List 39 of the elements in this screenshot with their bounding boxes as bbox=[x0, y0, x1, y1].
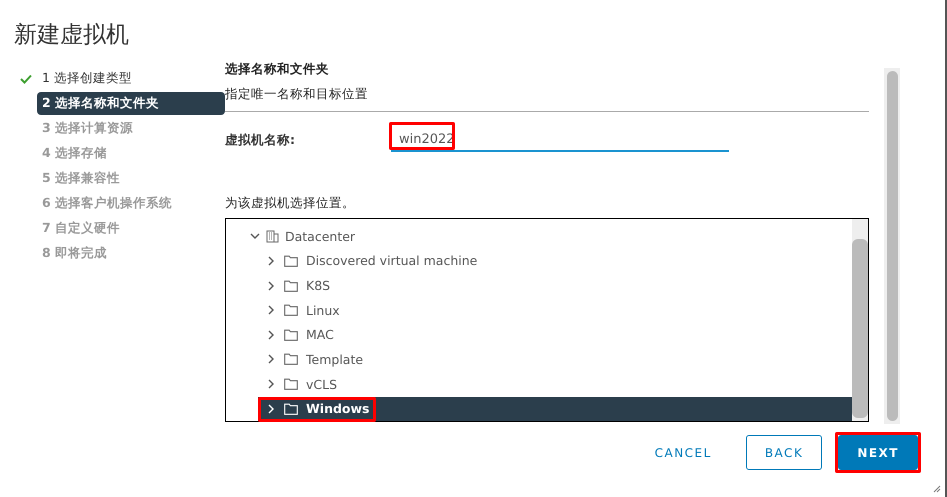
scrollbar[interactable] bbox=[852, 219, 868, 421]
section-subheading: 指定唯一名称和目标位置 bbox=[225, 86, 369, 103]
building-icon bbox=[266, 230, 279, 243]
folder-icon bbox=[284, 402, 298, 415]
field-label: 虚拟机名称: bbox=[225, 132, 296, 148]
link-button[interactable]: CANCEL bbox=[636, 435, 730, 470]
tree-item[interactable]: Template bbox=[306, 352, 364, 367]
folder-icon bbox=[284, 304, 298, 316]
chevron-icon[interactable] bbox=[266, 256, 276, 266]
window-title: 新建虚拟机 bbox=[13, 21, 130, 50]
scrollbar[interactable] bbox=[884, 68, 900, 424]
resize-grip-icon[interactable] bbox=[932, 484, 941, 493]
outline-button[interactable]: BACK bbox=[746, 435, 822, 470]
chevron-icon[interactable] bbox=[266, 404, 276, 414]
folder-icon bbox=[284, 353, 298, 366]
tree-item[interactable]: Linux bbox=[306, 302, 340, 318]
chevron-icon[interactable] bbox=[266, 379, 276, 390]
chevron-icon[interactable] bbox=[266, 280, 276, 291]
wizard-step[interactable]: 2 选择名称和文件夹 bbox=[37, 92, 225, 115]
input-field[interactable]: win2022 bbox=[391, 128, 729, 152]
folder-icon bbox=[284, 280, 298, 292]
chevron-icon[interactable] bbox=[266, 330, 276, 340]
chevron-icon[interactable] bbox=[266, 305, 276, 316]
chevron-icon[interactable] bbox=[266, 354, 276, 364]
primary-button[interactable]: NEXT bbox=[838, 435, 918, 470]
tree-item[interactable]: MAC bbox=[306, 327, 334, 342]
wizard-step[interactable]: 1 选择创建类型 bbox=[37, 67, 225, 90]
location-prompt: 为该虚拟机选择位置。 bbox=[225, 195, 356, 212]
tree-item[interactable]: vCLS bbox=[306, 376, 338, 392]
tree-item[interactable]: K8S bbox=[306, 278, 330, 294]
selected-row[interactable]: Windows bbox=[258, 396, 852, 421]
tree-item[interactable]: Windows bbox=[306, 401, 370, 416]
chevron-icon[interactable] bbox=[250, 231, 260, 242]
folder-icon bbox=[284, 328, 298, 341]
tree-item[interactable]: Discovered virtual machine bbox=[306, 253, 478, 268]
section-heading: 选择名称和文件夹 bbox=[225, 61, 330, 78]
folder-icon bbox=[284, 378, 298, 390]
tree-item[interactable]: Datacenter bbox=[285, 228, 356, 244]
folder-icon bbox=[284, 254, 298, 267]
